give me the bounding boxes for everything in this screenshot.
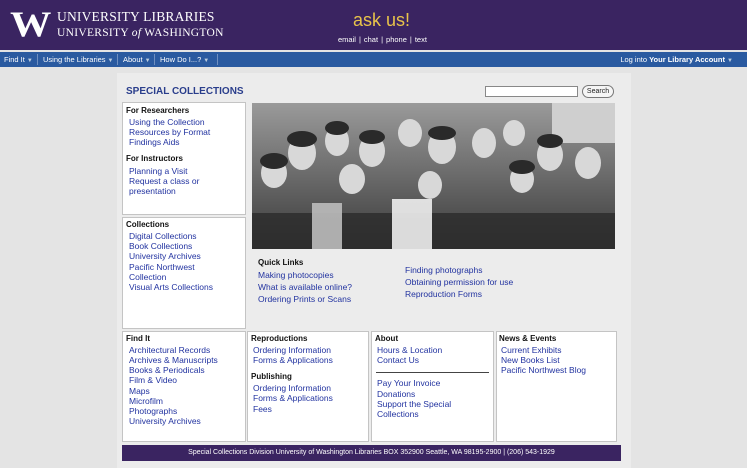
link-fees[interactable]: Fees: [253, 404, 272, 414]
ask-chat-link[interactable]: chat: [364, 35, 378, 44]
dropdown-arrow-icon: ▼: [26, 58, 33, 64]
uw-logo-mark[interactable]: W: [10, 6, 51, 42]
link-microfilm[interactable]: Microfilm: [129, 396, 163, 406]
link-forms-applications[interactable]: Forms & Applications: [253, 355, 333, 365]
link-support-special[interactable]: Support the Special: [377, 399, 451, 409]
link-pacific-northwest[interactable]: Pacific Northwest: [129, 262, 195, 272]
link-request-a-class[interactable]: Request a class or: [129, 176, 199, 186]
link-finding-aids[interactable]: Findings Aids: [129, 137, 180, 147]
search-button[interactable]: Search: [582, 85, 614, 98]
link-contact-us[interactable]: Contact Us: [377, 355, 419, 365]
link-ordering-information[interactable]: Ordering Information: [253, 345, 331, 355]
link-finding-photographs[interactable]: Finding photographs: [405, 265, 483, 275]
link-digital-collections[interactable]: Digital Collections: [129, 231, 197, 241]
link-pnw-blog[interactable]: Pacific Northwest Blog: [501, 365, 586, 375]
nav-divider: [117, 54, 118, 65]
main-nav-bar: Find It ▼ Using the Libraries ▼ About ▼ How…: [0, 52, 747, 67]
ask-us-link[interactable]: ask us!: [353, 10, 410, 31]
nav-using-the-libraries[interactable]: Using the Libraries ▼: [43, 55, 113, 64]
dropdown-arrow-icon: ▼: [727, 58, 733, 64]
nav-find-it[interactable]: Find It ▼: [4, 55, 33, 64]
link-pay-your-invoice[interactable]: Pay Your Invoice: [377, 378, 440, 388]
link-photographs[interactable]: Photographs: [129, 406, 177, 416]
page-title: SPECIAL COLLECTIONS: [126, 86, 244, 97]
link-available-online[interactable]: What is available online?: [258, 282, 352, 292]
link-architectural-records[interactable]: Architectural Records: [129, 345, 210, 355]
dropdown-arrow-icon: ▼: [203, 58, 210, 64]
link-reproduction-forms[interactable]: Reproduction Forms: [405, 289, 482, 299]
link-visual-arts-collections[interactable]: Visual Arts Collections: [129, 282, 213, 292]
ask-email-link[interactable]: email: [338, 35, 356, 44]
ask-text-link[interactable]: text: [415, 35, 427, 44]
login-library-account-link[interactable]: Log into Your Library Account ▼: [620, 55, 733, 64]
nav-divider: [37, 54, 38, 65]
news-events-heading: News & Events: [499, 334, 557, 343]
nav-divider: [154, 54, 155, 65]
dropdown-arrow-icon: ▼: [144, 58, 151, 64]
university-libraries-title[interactable]: UNIVERSITY LIBRARIES: [57, 9, 215, 25]
link-film-video[interactable]: Film & Video: [129, 375, 177, 385]
link-donations[interactable]: Donations: [377, 389, 415, 399]
nav-how-do-i[interactable]: How Do I...? ▼: [160, 55, 209, 64]
find-it-heading: Find It: [126, 334, 150, 343]
link-books-periodicals[interactable]: Books & Periodicals: [129, 365, 205, 375]
link-hours-location[interactable]: Hours & Location: [377, 345, 442, 355]
site-header: W UNIVERSITY LIBRARIES UNIVERSITY of WAS…: [0, 0, 747, 50]
historic-crowd-photo: [252, 103, 615, 249]
link-support-collections[interactable]: Collections: [377, 409, 419, 419]
link-obtaining-permission[interactable]: Obtaining permission for use: [405, 277, 513, 287]
researchers-heading: For Researchers: [126, 106, 190, 115]
separator: |: [358, 35, 361, 44]
publishing-heading: Publishing: [251, 372, 292, 381]
separator: |: [409, 35, 412, 44]
link-maps[interactable]: Maps: [129, 386, 150, 396]
quick-links-heading: Quick Links: [258, 258, 304, 267]
link-new-books-list[interactable]: New Books List: [501, 355, 560, 365]
link-university-archives-2[interactable]: University Archives: [129, 416, 201, 426]
link-publishing-ordering-information[interactable]: Ordering Information: [253, 383, 331, 393]
link-publishing-forms-applications[interactable]: Forms & Applications: [253, 393, 333, 403]
ask-us-options: email | chat | phone | text: [338, 35, 427, 44]
about-heading: About: [375, 334, 399, 343]
link-planning-a-visit[interactable]: Planning a Visit: [129, 166, 187, 176]
link-presentation[interactable]: presentation: [129, 186, 176, 196]
link-current-exhibits[interactable]: Current Exhibits: [501, 345, 561, 355]
link-resources-by-format[interactable]: Resources by Format: [129, 127, 210, 137]
link-archives-manuscripts[interactable]: Archives & Manuscripts: [129, 355, 218, 365]
reproductions-heading: Reproductions: [251, 334, 308, 343]
link-university-archives[interactable]: University Archives: [129, 251, 201, 261]
ask-phone-link[interactable]: phone: [386, 35, 407, 44]
link-using-the-collection[interactable]: Using the Collection: [129, 117, 205, 127]
footer-address-bar: Special Collections Division University …: [122, 445, 621, 461]
collections-heading: Collections: [126, 220, 170, 229]
separator: |: [381, 35, 384, 44]
university-of-washington-title[interactable]: UNIVERSITY of WASHINGTON: [57, 27, 224, 39]
nav-divider: [217, 54, 218, 65]
link-making-photocopies[interactable]: Making photocopies: [258, 270, 334, 280]
dropdown-arrow-icon: ▼: [107, 58, 114, 64]
link-pacific-northwest-collection[interactable]: Collection: [129, 272, 166, 282]
instructors-heading: For Instructors: [126, 154, 183, 163]
photo-graphic: [252, 103, 615, 249]
nav-about[interactable]: About ▼: [123, 55, 151, 64]
about-divider: [376, 372, 489, 373]
link-ordering-prints[interactable]: Ordering Prints or Scans: [258, 294, 351, 304]
link-book-collections[interactable]: Book Collections: [129, 241, 192, 251]
search-input[interactable]: [485, 86, 578, 97]
